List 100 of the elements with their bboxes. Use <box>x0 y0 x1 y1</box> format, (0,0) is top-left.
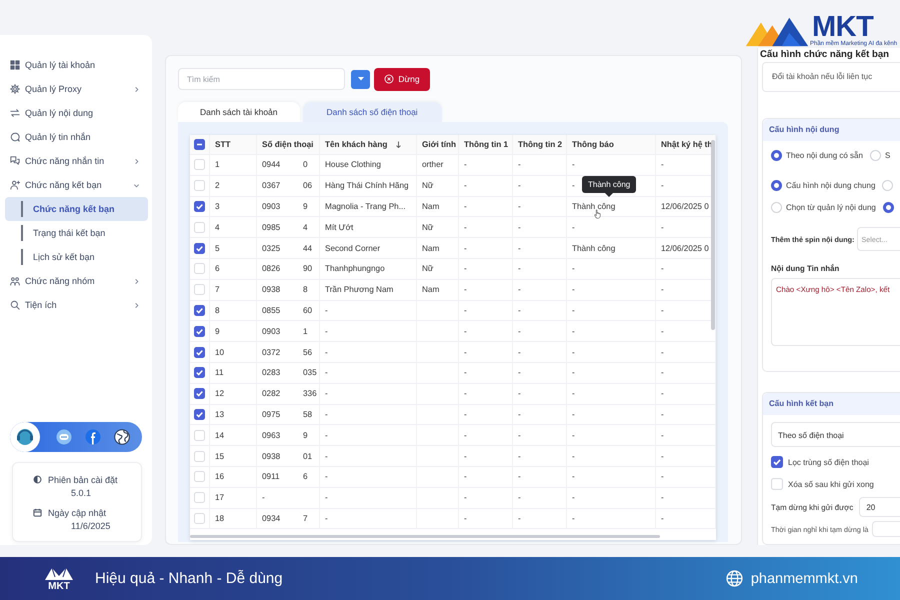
table-cell: Thanhphungngo <box>320 258 417 279</box>
checkbox[interactable] <box>194 326 205 337</box>
update-label: Ngày cập nhật <box>48 508 106 518</box>
radio-option[interactable]: S <box>870 150 890 160</box>
sidebar-subitem[interactable]: Trạng thái kết bạn <box>5 221 148 245</box>
table-cell: Magnolia - Trang Ph... <box>320 196 417 216</box>
radio-button[interactable] <box>882 202 894 212</box>
chat-icon[interactable] <box>56 429 72 445</box>
checkbox[interactable] <box>194 367 205 378</box>
table-cell: 15 <box>210 446 257 466</box>
sidebar-item[interactable]: Tiện ích <box>0 293 152 317</box>
globe-icon[interactable] <box>114 429 130 445</box>
table-cell: - <box>320 446 417 466</box>
search-icon <box>10 300 20 310</box>
checkbox[interactable] <box>194 242 205 254</box>
radio-option[interactable]: Theo nội dung có sẵn <box>771 150 863 160</box>
sidebar-item[interactable]: Chức năng nhóm <box>0 269 152 293</box>
website-link[interactable]: phanmemmkt.vn <box>750 570 858 586</box>
table-cell: - <box>513 466 567 487</box>
table-cell: - <box>459 155 513 175</box>
table-cell: - <box>656 404 716 424</box>
checkbox[interactable] <box>194 388 205 400</box>
table-cell: - <box>459 404 513 424</box>
table-cell: - <box>656 342 716 362</box>
select-all-checkbox[interactable] <box>194 139 205 150</box>
table-cell: Thành công <box>572 202 616 211</box>
column-header: Thông tin 1 <box>459 135 513 154</box>
table-cell: 0911 6 <box>257 466 320 487</box>
table-cell: - <box>513 196 567 216</box>
table-cell: House Clothing <box>320 155 417 175</box>
table-cell: 12 <box>210 384 257 404</box>
sidebar-item[interactable]: Chức năng nhắn tin <box>0 149 152 173</box>
table-cell: 0975 58 <box>257 404 320 424</box>
table-cell: - <box>320 342 417 362</box>
sidebar-item[interactable]: Quản lý nội dung <box>0 101 152 125</box>
table-cell: - <box>572 181 575 190</box>
table-cell: - <box>459 280 513 300</box>
checkbox[interactable] <box>194 200 205 212</box>
table-cell: 0282 336 <box>257 384 320 404</box>
sidebar-item[interactable]: Quản lý tin nhắn <box>0 125 152 149</box>
table-cell: - <box>656 362 716 383</box>
table-cell: - <box>320 404 417 424</box>
table-cell: - <box>572 430 575 440</box>
table-cell: - <box>459 238 513 258</box>
sidebar-item[interactable]: Quản lý tài khoản <box>0 53 152 77</box>
table-cell: - <box>572 368 575 378</box>
headset-icon[interactable] <box>10 422 40 452</box>
table-cell: - <box>572 514 575 523</box>
table-cell: - <box>572 264 575 274</box>
column-header: Tên khách hàng <box>320 135 417 154</box>
table-cell: 0944 0 <box>257 155 320 175</box>
stop-button[interactable]: Dừng <box>374 68 430 90</box>
sidebar-subitem[interactable]: Chức năng kết bạn <box>5 197 148 221</box>
table-cell: - <box>459 384 513 404</box>
table-cell: 17 <box>210 488 257 508</box>
column-header: Thông tin 2 <box>513 135 567 154</box>
sidebar-item[interactable]: Chức năng kết bạn <box>0 173 152 197</box>
radio-option[interactable]: Chọn từ quản lý nội dung <box>771 202 876 212</box>
checkbox[interactable] <box>194 346 205 358</box>
table-cell: Nữ <box>417 217 459 238</box>
globe-icon <box>726 570 743 587</box>
letter-f-icon[interactable] <box>85 429 101 445</box>
column-header: STT <box>210 135 257 154</box>
checkbox-option[interactable]: Xóa số sau khi gửi xong <box>771 477 900 491</box>
table-cell: - <box>513 362 567 383</box>
number-field[interactable] <box>872 521 900 537</box>
swap-arrows-icon <box>10 108 20 118</box>
column-header: Số điện thoại <box>257 135 320 154</box>
logo-text: MKT <box>48 581 70 592</box>
table-cell: 0826 90 <box>257 258 320 279</box>
table-cell: - <box>459 508 513 528</box>
table-cell: 1 <box>210 155 257 175</box>
checkbox[interactable] <box>194 408 205 420</box>
sidebar-subitem[interactable]: Lịch sử kết bạn <box>5 245 148 269</box>
checkbox-option[interactable]: Lọc trùng số điện thoại <box>771 455 900 469</box>
number-field[interactable]: 20 <box>859 497 900 517</box>
table-cell: 0903 1 <box>257 321 320 342</box>
grid-icon <box>10 60 20 70</box>
checkbox[interactable] <box>194 304 205 316</box>
tab[interactable]: Danh sách số điện thoại <box>302 102 442 122</box>
filter-button[interactable] <box>351 70 370 88</box>
table-cell: Second Corner <box>320 238 417 258</box>
select-field[interactable]: Đổi tài khoản nếu lỗi liên tục <box>762 62 900 92</box>
search-field[interactable]: Tìm kiếm <box>178 68 345 90</box>
table-cell: - <box>513 300 567 320</box>
table-cell: 0903 9 <box>257 196 320 216</box>
sort-arrow-icon[interactable] <box>395 140 402 149</box>
radio-option[interactable]: Cấu hình nội dung chung <box>771 180 876 190</box>
table-cell: - <box>320 508 417 528</box>
select-field[interactable]: Theo số điện thoại <box>771 422 900 447</box>
table-cell: - <box>320 466 417 487</box>
table-cell: - <box>513 384 567 404</box>
table-cell: - <box>320 384 417 404</box>
table-cell: - <box>459 488 513 508</box>
horizontal-scrollbar[interactable] <box>190 535 660 538</box>
tab[interactable]: Danh sách tài khoản <box>178 102 300 122</box>
table-cell: 16 <box>210 466 257 487</box>
table-cell: - <box>320 321 417 342</box>
sidebar-item[interactable]: Quản lý Proxy <box>0 77 152 101</box>
table-cell: orther <box>417 155 459 175</box>
